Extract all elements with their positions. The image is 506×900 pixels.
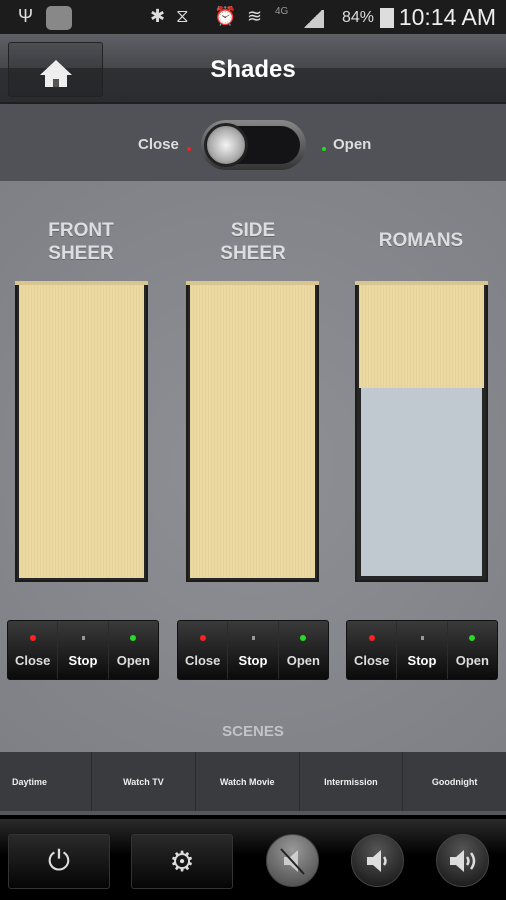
alarm-icon: ⏰ xyxy=(214,6,237,26)
stop-indicator-icon xyxy=(420,636,424,640)
close-label: Close xyxy=(184,653,221,668)
header: Shades xyxy=(0,34,506,104)
shade-rail xyxy=(355,281,488,285)
wifi-icon: ≋ xyxy=(247,6,263,26)
close-label: Close xyxy=(353,653,390,668)
shade-title-line1: FRONT xyxy=(48,220,114,241)
shade-title: ROMANS xyxy=(346,229,496,252)
shade-rail xyxy=(15,281,148,285)
shade-title-line1: ROMANS xyxy=(378,230,464,251)
scenes-bar: Daytime Watch TV Watch Movie Intermissio… xyxy=(0,752,506,815)
shade-close-button[interactable]: Close xyxy=(178,621,229,679)
app-icon xyxy=(46,6,72,30)
network-type: 4G xyxy=(275,6,289,17)
stop-indicator-icon xyxy=(81,636,85,640)
master-toggle-area: Close Open xyxy=(0,104,506,181)
open-label: Open xyxy=(455,653,489,668)
scene-intermission[interactable]: Intermission xyxy=(300,752,404,811)
scene-daytime[interactable]: Daytime xyxy=(0,752,93,811)
shade-stop-button[interactable]: Stop xyxy=(397,621,448,679)
shade-close-button[interactable]: Close xyxy=(8,621,59,679)
shade-title: SIDE SHEER xyxy=(178,219,328,265)
shade-open-button[interactable]: Open xyxy=(448,621,497,679)
shade-visual[interactable] xyxy=(15,281,148,582)
page-title: Shades xyxy=(210,56,296,83)
shade-fabric xyxy=(190,285,315,578)
open-indicator-icon xyxy=(130,635,137,641)
toggle-knob[interactable] xyxy=(204,123,248,167)
shade-fabric xyxy=(19,285,144,578)
scenes-label: SCENES xyxy=(222,723,284,740)
shade-open-button[interactable]: Open xyxy=(109,621,158,679)
power-button[interactable]: ⏻ xyxy=(8,834,110,889)
shade-controls: Close Stop Open xyxy=(7,620,159,680)
shade-visual[interactable] xyxy=(186,281,319,582)
close-indicator-icon xyxy=(199,635,206,641)
scene-goodnight[interactable]: Goodnight xyxy=(403,752,506,811)
mute-icon xyxy=(279,847,305,875)
shades-panel: FRONT SHEER Close Stop Open SIDE SHEER Close Sto… xyxy=(0,181,506,752)
battery-percent: 84% xyxy=(341,9,374,26)
volume-down-icon xyxy=(366,849,387,872)
shade-rail xyxy=(186,281,319,285)
volume-up-button[interactable] xyxy=(436,834,489,887)
status-bar: Ψ ✱ ⧖ ⏰ ≋ 4G 84% 10:14 AM xyxy=(0,0,506,34)
close-label: Close xyxy=(14,653,51,668)
shade-title-line2: SHEER xyxy=(48,243,114,264)
usb-icon: Ψ xyxy=(18,6,34,26)
stop-indicator-icon xyxy=(251,636,255,640)
open-label: Open xyxy=(116,653,150,668)
stop-label: Stop xyxy=(68,653,98,668)
toggle-open-label: Open xyxy=(333,136,372,153)
scene-watch-tv[interactable]: Watch TV xyxy=(92,752,196,811)
shade-visual[interactable] xyxy=(355,281,488,582)
shade-controls: Close Stop Open xyxy=(346,620,498,680)
open-indicator-icon xyxy=(469,635,476,641)
open-indicator-icon xyxy=(300,635,307,641)
stop-label: Stop xyxy=(238,653,268,668)
window-glass xyxy=(361,388,482,576)
stop-label: Stop xyxy=(407,653,437,668)
shade-controls: Close Stop Open xyxy=(177,620,329,680)
close-indicator xyxy=(187,147,191,151)
volume-up-icon xyxy=(449,849,475,872)
shade-open-button[interactable]: Open xyxy=(279,621,328,679)
shade-fabric xyxy=(359,285,484,388)
clock: 10:14 AM xyxy=(398,4,496,30)
shade-stop-button[interactable]: Stop xyxy=(58,621,109,679)
close-indicator-icon xyxy=(29,635,36,641)
open-label: Open xyxy=(286,653,320,668)
toggle-close-label: Close xyxy=(138,136,179,153)
scene-watch-movie[interactable]: Watch Movie xyxy=(196,752,300,811)
volume-down-button[interactable] xyxy=(351,834,404,887)
bluetooth-icon: ✱ xyxy=(150,6,166,26)
bottom-bar: ⏻ ⚙ xyxy=(0,819,506,900)
signal-icon xyxy=(302,10,324,28)
power-icon: ⏻ xyxy=(47,845,71,876)
shade-title-line2: SHEER xyxy=(220,243,286,264)
shade-title: FRONT SHEER xyxy=(6,219,156,265)
open-indicator xyxy=(322,147,326,151)
mute-button[interactable] xyxy=(266,834,319,887)
close-indicator-icon xyxy=(368,635,375,641)
settings-button[interactable]: ⚙ xyxy=(131,834,233,889)
settings-icon: ⚙ xyxy=(169,846,195,877)
shade-title-line1: SIDE xyxy=(230,220,276,241)
shade-stop-button[interactable]: Stop xyxy=(228,621,279,679)
vibrate-icon: ⧖ xyxy=(176,6,189,26)
battery-charging-icon xyxy=(380,8,394,28)
shade-close-button[interactable]: Close xyxy=(347,621,398,679)
master-toggle-switch[interactable] xyxy=(201,120,306,170)
